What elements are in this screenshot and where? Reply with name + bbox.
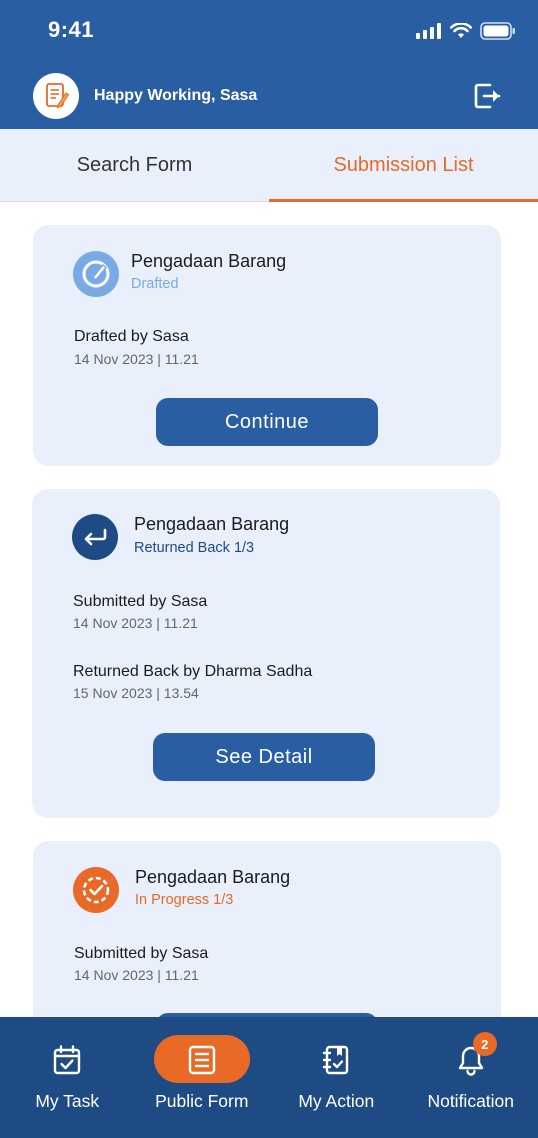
edit-icon [82,260,110,288]
calendar-check-icon [49,1042,85,1078]
nav-my-task-label: My Task [35,1091,100,1111]
returned-status-icon-wrap [72,514,118,560]
card-status: In Progress 1/3 [135,892,234,908]
card-line-label: Submitted by Sasa [74,945,209,962]
wifi-icon [450,23,472,38]
document-pen-icon [46,83,70,109]
form-list-icon [184,1042,220,1078]
card-line-label: Returned Back by Dharma Sadha [73,663,313,680]
tab-search-form[interactable]: Search Form [0,129,269,201]
bell-icon: 2 [453,1032,497,1078]
nav-notification[interactable]: 2 Notification [404,1017,538,1138]
nav-public-form-label: Public Form [155,1091,249,1111]
submission-card-drafted: Pengadaan Barang Drafted Drafted by Sasa… [33,225,501,466]
card-title: Pengadaan Barang [131,251,287,271]
battery-icon [480,22,515,40]
nav-notification-label: Notification [427,1091,515,1111]
card-line-date: 14 Nov 2023 | 11.21 [74,967,199,983]
return-arrow-icon [84,528,107,546]
in-progress-status-icon-wrap [73,867,119,913]
tab-bar: Search Form Submission List [0,129,538,202]
app-header: 9:41 Happy Working, Sasa [0,0,538,129]
notebook-check-icon [318,1042,354,1078]
signal-icon [416,23,441,39]
card-line-date: 15 Nov 2023 | 13.54 [73,685,199,701]
card-status: Returned Back 1/3 [134,540,255,556]
in-progress-check-icon [82,876,110,904]
card-title: Pengadaan Barang [134,514,290,534]
continue-button[interactable]: Continue [156,398,378,446]
submission-card-returned: Pengadaan Barang Returned Back 1/3 Submi… [32,489,500,818]
card-line-label: Drafted by Sasa [74,328,189,345]
card-title: Pengadaan Barang [135,867,291,887]
card-status: Drafted [131,276,179,292]
logout-button[interactable] [470,80,502,112]
notification-badge: 2 [472,1032,497,1056]
card-line-label: Submitted by Sasa [73,593,208,610]
see-detail-button[interactable]: See Detail [153,733,375,781]
status-icons [416,22,516,40]
tab-submission-list[interactable]: Submission List [269,129,538,202]
card-line-date: 14 Nov 2023 | 11.21 [73,615,198,631]
nav-my-task[interactable]: My Task [0,1017,135,1138]
card-line-date: 14 Nov 2023 | 11.21 [74,351,199,367]
nav-my-action[interactable]: My Action [269,1017,404,1138]
status-time: 9:41 [48,17,95,42]
avatar[interactable] [33,73,79,119]
tab-submission-list-label: Submission List [333,153,474,176]
bottom-nav: My Task Public Form My Action 2 Notifica… [0,1017,538,1138]
nav-public-form[interactable]: Public Form [135,1017,270,1138]
logout-icon [474,83,501,109]
nav-my-action-label: My Action [298,1091,375,1111]
submission-card-in-progress: Pengadaan Barang In Progress 1/3 Submitt… [33,841,501,1053]
drafted-status-icon-wrap [73,251,119,297]
greeting-text: Happy Working, Sasa [94,87,258,104]
tab-search-form-label: Search Form [76,153,193,176]
